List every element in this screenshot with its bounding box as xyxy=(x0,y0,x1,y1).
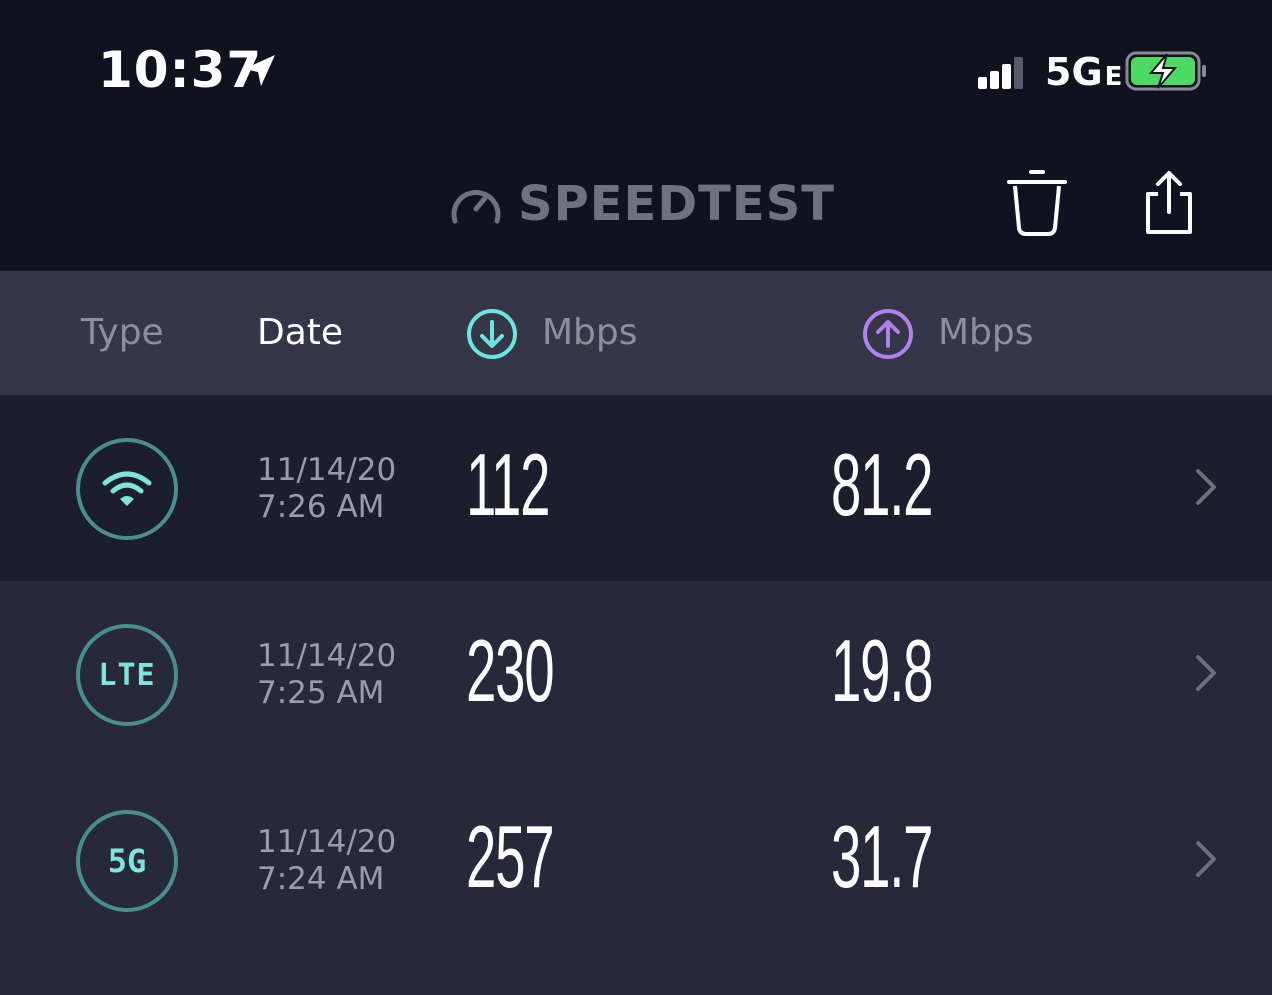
upload-value: 81.2 xyxy=(831,435,933,534)
top-bar: 10:37 5GE SPEEDTEST xyxy=(0,0,1272,271)
result-row[interactable]: LTE 11/14/20 7:25 AM 230 19.8 xyxy=(0,581,1272,767)
result-date: 11/14/20 xyxy=(257,452,397,488)
column-download-mbps[interactable]: Mbps xyxy=(542,308,638,358)
result-date: 11/14/20 xyxy=(257,638,397,674)
column-date[interactable]: Date xyxy=(257,308,343,358)
speedtest-logo: SPEEDTEST xyxy=(518,176,836,232)
result-time: 7:24 AM xyxy=(257,861,385,897)
speedometer-icon xyxy=(451,189,501,224)
lte-icon: LTE xyxy=(98,657,156,693)
chevron-right-icon xyxy=(1196,655,1216,691)
result-time: 7:25 AM xyxy=(257,675,385,711)
result-row[interactable]: 5G 11/14/20 7:24 AM 257 31.7 xyxy=(0,767,1272,995)
result-date: 11/14/20 xyxy=(257,824,397,860)
result-row[interactable]: 11/14/20 7:26 AM 112 81.2 xyxy=(0,395,1272,581)
column-upload-mbps[interactable]: Mbps xyxy=(938,308,1034,358)
status-time: 10:37 xyxy=(98,41,263,99)
5g-icon: 5G xyxy=(107,842,147,880)
network-suffix: E xyxy=(1104,62,1123,92)
battery-charging-icon xyxy=(1125,51,1206,91)
connection-type-badge: 5G xyxy=(76,810,178,912)
network-type: 5GE xyxy=(1045,48,1122,101)
trash-icon[interactable] xyxy=(1004,168,1070,238)
cellular-signal-icon xyxy=(978,57,1023,89)
download-value: 257 xyxy=(466,807,555,906)
chevron-right-icon xyxy=(1196,469,1216,505)
network-label: 5G xyxy=(1045,50,1103,94)
wifi-icon xyxy=(80,442,174,536)
result-time: 7:26 AM xyxy=(257,489,385,525)
upload-arrow-icon xyxy=(863,309,913,359)
upload-value: 31.7 xyxy=(831,807,933,906)
column-type[interactable]: Type xyxy=(81,308,164,358)
connection-type-badge xyxy=(76,438,178,540)
download-arrow-icon xyxy=(467,309,517,359)
chevron-right-icon xyxy=(1196,841,1216,877)
speedtest-results-screen: 10:37 5GE SPEEDTEST Type Date Mbps Mbps … xyxy=(0,0,1272,995)
share-icon[interactable] xyxy=(1138,170,1200,236)
download-value: 112 xyxy=(466,435,551,534)
download-value: 230 xyxy=(466,621,555,720)
connection-type-badge: LTE xyxy=(76,624,178,726)
location-arrow-icon xyxy=(244,55,275,86)
upload-value: 19.8 xyxy=(831,621,933,720)
